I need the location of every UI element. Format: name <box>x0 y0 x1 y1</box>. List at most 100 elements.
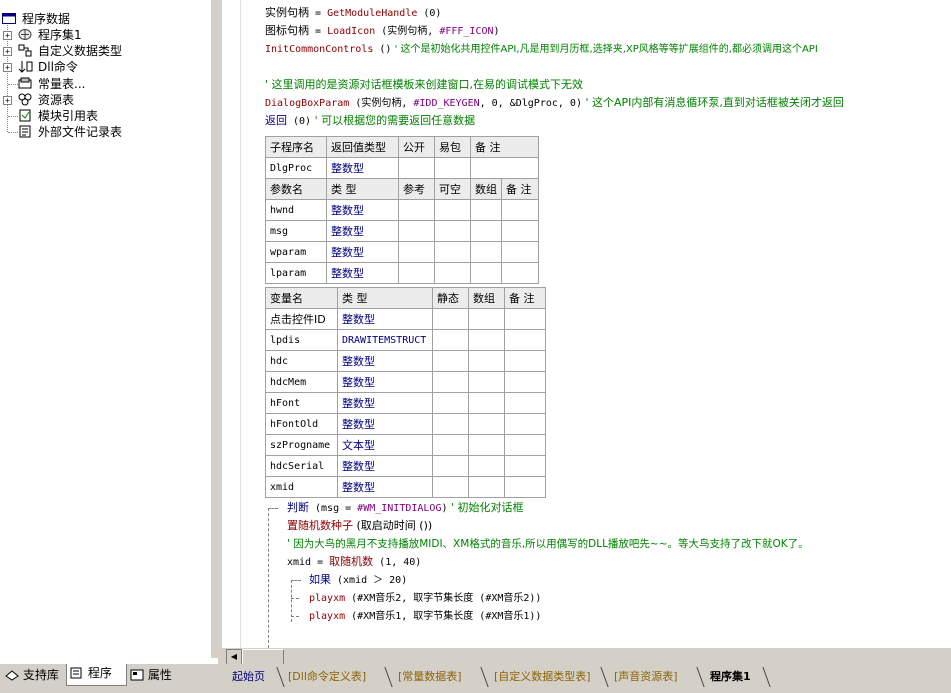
variable-type[interactable]: 文本型 <box>337 434 433 456</box>
tab-dll-table[interactable]: [Dll命令定义表] <box>288 668 366 686</box>
cell[interactable] <box>468 350 505 372</box>
tab-start-page[interactable]: 起始页 <box>232 668 265 686</box>
code-line[interactable]: DialogBoxParam (实例句柄, #IDD_KEYGEN, 0, &D… <box>265 94 844 112</box>
cell[interactable] <box>504 434 546 456</box>
expand-dll-icon[interactable]: + <box>3 63 12 72</box>
variable-name[interactable]: szProgname <box>265 434 338 456</box>
code-line[interactable]: 置随机数种子 (取启动时间 ()) <box>287 517 432 535</box>
tab-properties[interactable]: 属性 <box>127 666 188 684</box>
code-horizontal-scrollbar[interactable]: ◀ <box>222 648 951 665</box>
tab-library[interactable]: 支持库 <box>2 666 65 684</box>
cell[interactable] <box>504 455 546 477</box>
param-name[interactable]: hwnd <box>265 199 327 221</box>
expand-data-type-icon[interactable]: + <box>3 47 12 56</box>
cell[interactable] <box>432 308 469 330</box>
param-row[interactable]: hwnd 整数型 <box>265 199 539 221</box>
tab-program[interactable]: 程序 <box>66 664 127 686</box>
scroll-thumb[interactable] <box>242 649 284 665</box>
variable-row[interactable]: hdcSerial 整数型 <box>265 455 546 477</box>
subroutine-name[interactable]: DlgProc <box>265 157 327 179</box>
cell[interactable] <box>434 241 471 263</box>
code-line[interactable]: xmid = 取随机数 (1, 40) <box>287 553 421 571</box>
tab-sound-resources[interactable]: [声音资源表] <box>614 668 678 686</box>
cell[interactable] <box>468 329 505 351</box>
cell[interactable] <box>470 241 502 263</box>
code-editor[interactable]: 实例句柄 = GetModuleHandle (0) 图标句柄 = LoadIc… <box>241 0 951 648</box>
code-line[interactable]: 如果 (xmid ＞ 20) <box>309 571 407 589</box>
cell[interactable] <box>434 199 471 221</box>
param-row[interactable]: lparam 整数型 <box>265 262 539 284</box>
cell[interactable] <box>432 434 469 456</box>
cell[interactable] <box>468 476 505 498</box>
variable-name[interactable]: hdc <box>265 350 338 372</box>
cell[interactable] <box>432 329 469 351</box>
cell[interactable] <box>432 392 469 414</box>
tab-constants-table[interactable]: [常量数据表] <box>398 668 462 686</box>
cell[interactable] <box>468 308 505 330</box>
code-line[interactable]: playxm (#XM音乐1, 取字节集长度 (#XM音乐1)) <box>309 607 541 625</box>
variable-row[interactable]: szProgname 文本型 <box>265 434 546 456</box>
param-type[interactable]: 整数型 <box>326 262 399 284</box>
cell[interactable] <box>504 308 546 330</box>
cell[interactable] <box>432 455 469 477</box>
cell[interactable] <box>470 262 502 284</box>
variable-type[interactable]: 整数型 <box>337 308 433 330</box>
cell[interactable] <box>470 157 539 179</box>
variable-row[interactable]: hFontOld 整数型 <box>265 413 546 435</box>
cell[interactable] <box>504 413 546 435</box>
code-line[interactable]: playxm (#XM音乐2, 取字节集长度 (#XM音乐2)) <box>309 589 541 607</box>
tree-root[interactable]: 程序数据 <box>2 11 71 27</box>
param-row[interactable]: msg 整数型 <box>265 220 539 242</box>
variable-type[interactable]: 整数型 <box>337 392 433 414</box>
expand-program-set-icon[interactable]: + <box>3 31 12 40</box>
return-type[interactable]: 整数型 <box>326 157 399 179</box>
variable-type[interactable]: 整数型 <box>337 455 433 477</box>
code-line[interactable]: ' 这里调用的是资源对话框模板来创建窗口,在易的调试模式下无效 <box>265 76 583 94</box>
variable-row[interactable]: hdc 整数型 <box>265 350 546 372</box>
cell[interactable] <box>398 199 435 221</box>
variable-type[interactable]: 整数型 <box>337 476 433 498</box>
param-type[interactable]: 整数型 <box>326 199 399 221</box>
subroutine-row[interactable]: DlgProc 整数型 <box>265 157 539 179</box>
variable-row[interactable]: xmid 整数型 <box>265 476 546 498</box>
cell[interactable] <box>434 262 471 284</box>
cell[interactable] <box>468 413 505 435</box>
variable-name[interactable]: xmid <box>265 476 338 498</box>
cell[interactable] <box>398 262 435 284</box>
cell[interactable] <box>504 329 546 351</box>
cell[interactable] <box>432 413 469 435</box>
cell[interactable] <box>504 476 546 498</box>
param-name[interactable]: lparam <box>265 262 327 284</box>
cell[interactable] <box>432 350 469 372</box>
cell[interactable] <box>504 371 546 393</box>
cell[interactable] <box>501 199 539 221</box>
code-line[interactable]: 实例句柄 = GetModuleHandle (0) <box>265 4 441 22</box>
variable-name[interactable]: lpdis <box>265 329 338 351</box>
code-line[interactable]: ' 因为大鸟的黑月不支持播放MIDI、XM格式的音乐,所以用偶写的DLL播放吧先… <box>287 535 809 553</box>
variable-type[interactable]: DRAWITEMSTRUCT <box>337 329 433 351</box>
expand-resource-icon[interactable]: + <box>3 96 12 105</box>
tree-item-external-files[interactable]: 外部文件记录表 <box>18 124 123 140</box>
variable-name[interactable]: hFont <box>265 392 338 414</box>
code-line[interactable]: 返回 (0) ' 可以根据您的需要返回任意数据 <box>265 112 475 130</box>
variable-row[interactable]: hFont 整数型 <box>265 392 546 414</box>
tree-item-module-ref[interactable]: 模块引用表 <box>18 108 99 124</box>
param-row[interactable]: wparam 整数型 <box>265 241 539 263</box>
cell[interactable] <box>504 350 546 372</box>
cell[interactable] <box>468 392 505 414</box>
cell[interactable] <box>470 220 502 242</box>
code-line[interactable]: 判断 (msg = #WM_INITDIALOG) ' 初始化对话框 <box>287 499 524 517</box>
tree-item-dll[interactable]: Dll命令 <box>18 59 79 75</box>
variable-row[interactable]: 点击控件ID 整数型 <box>265 308 546 330</box>
cell[interactable] <box>470 199 502 221</box>
scroll-left-icon[interactable]: ◀ <box>226 649 242 665</box>
variable-type[interactable]: 整数型 <box>337 413 433 435</box>
tree-item-data-type[interactable]: 自定义数据类型 <box>18 43 123 59</box>
variable-name[interactable]: hdcMem <box>265 371 338 393</box>
cell[interactable] <box>398 220 435 242</box>
cell[interactable] <box>398 157 435 179</box>
param-name[interactable]: msg <box>265 220 327 242</box>
variable-name[interactable]: hdcSerial <box>265 455 338 477</box>
tab-program-set-1[interactable]: 程序集1 <box>710 668 751 686</box>
tree-item-program-set[interactable]: 程序集1 <box>18 27 83 43</box>
